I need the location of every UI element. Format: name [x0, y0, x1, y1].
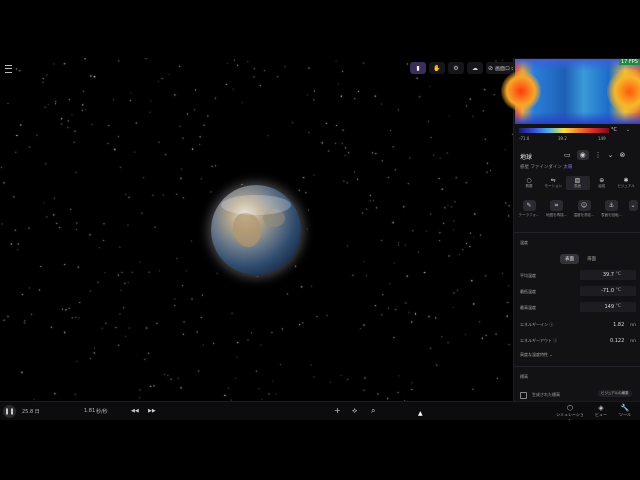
temperature-section-title: 温度	[520, 240, 528, 245]
temperature-map[interactable]	[501, 59, 640, 124]
energy-out-value: 0.122 nn	[609, 338, 636, 344]
panel-tabs: ○ 概要 ⇋ モーション ▧ 表面 ⊕ 組成 ✱ ビジュアル	[517, 176, 638, 190]
earth-continent-africa	[233, 213, 261, 247]
max-temp-input[interactable]: 149 °C	[580, 302, 636, 312]
field-min-temp: 最低温度 -71.0 °C	[520, 286, 638, 297]
elevation-section-title: 標高	[520, 374, 528, 379]
hamburger-menu-icon[interactable]	[5, 65, 12, 73]
colorbar-max: 149	[598, 136, 606, 141]
generated-elevation-label: 生成された標高	[532, 392, 560, 397]
gesture-button[interactable]: ✋	[429, 62, 445, 74]
time-scale-value[interactable]: 1.81	[84, 408, 95, 414]
field-max-temp: 最高温度 149 °C	[520, 302, 638, 313]
viewport-toolbar: ▮ ✋ ⚙ ☁ ⊘ 画面ロック	[410, 61, 523, 75]
earth-cloud-layer	[221, 195, 291, 215]
colorbar-unit: °C	[611, 127, 617, 133]
edit-visual-button[interactable]: ビジュアルの編集	[598, 390, 632, 397]
panel-header-icons: ▭ ◉ ⋮ ⌄ ⊗	[564, 150, 625, 160]
energy-in-value: 1.82 nn	[613, 322, 636, 328]
simulation-day: 25.8 日	[22, 409, 40, 415]
collapse-chevron-icon[interactable]: ⌄	[608, 151, 614, 159]
tab-visual[interactable]: ✱ ビジュアル	[614, 176, 638, 190]
lock-screen-icon: ⊘	[488, 64, 494, 72]
segment-surface[interactable]: 表面	[560, 254, 579, 264]
segment-ocean[interactable]: 海面	[582, 254, 601, 264]
app-window: ▮ ✋ ⚙ ☁ ⊘ 画面ロック 17 FPS °C ⌄ -71.0 39.2 14…	[0, 58, 640, 420]
document-icon[interactable]: ▭	[564, 151, 571, 159]
fps-counter: 17 FPS	[618, 59, 640, 65]
tab-composition[interactable]: ⊕ 組成	[590, 176, 614, 190]
field-energy-out: エネルギーアウト ⓘ 0.122 nn	[520, 338, 636, 344]
terraform-icon: ✎	[522, 200, 536, 211]
fast-forward-icon[interactable]: ▶▶	[148, 408, 156, 414]
more-options-icon[interactable]: ⋮	[595, 151, 602, 159]
side-panel: 17 FPS °C ⌄ -71.0 39.2 149 地球 ▭ ◉ ⋮ ⌄ ⊗ …	[501, 58, 640, 401]
colorbar-unit-dropdown-icon[interactable]: ⌄	[626, 127, 630, 133]
field-energy-in: エネルギーイン ⓘ 1.82 nn	[520, 322, 636, 328]
parent-star-link[interactable]: 太陽	[563, 165, 572, 170]
tab-overview[interactable]: ○ 概要	[517, 176, 541, 190]
min-temp-input[interactable]: -71.0 °C	[580, 286, 636, 296]
flashlight-icon: ▮	[416, 64, 420, 72]
visual-icon: ✱	[623, 177, 629, 184]
object-title: 地球	[520, 154, 533, 161]
gesture-icon: ✋	[433, 64, 441, 72]
search-icon[interactable]: ⌕	[371, 406, 375, 416]
place-icon: ⚓	[605, 200, 618, 211]
advanced-temp-toggle[interactable]: 高度な温度特性 ⌄	[520, 352, 553, 358]
surface-ocean-toggle: 表面 海面	[560, 254, 601, 264]
cloud-icon: ☁	[472, 64, 478, 72]
flashlight-button[interactable]: ▮	[410, 62, 426, 74]
time-scale-unit: 秒/秒	[96, 409, 108, 415]
generated-elevation-checkbox[interactable]	[520, 392, 527, 399]
cloud-button[interactable]: ☁	[467, 62, 483, 74]
settings-icon: ⚙	[453, 64, 459, 72]
pause-icon: ❚❚	[4, 408, 15, 415]
settings-button[interactable]: ⚙	[448, 62, 464, 74]
temperature-icon: ☺	[577, 200, 591, 211]
mouse-cursor-icon: ▲	[418, 410, 423, 417]
surface-actions: ✎ テーラフォ... ⌗ 地図を再描... ☺ 温度を測定... ⚓ 表面を回転... …	[518, 200, 638, 218]
composition-icon: ⊕	[599, 177, 605, 184]
tab-surface[interactable]: ▧ 表面	[565, 176, 590, 190]
texture-icon: ⌗	[550, 200, 563, 211]
average-temp-input[interactable]: 39.7 °C	[580, 270, 636, 280]
tools-icon: 🔧	[620, 404, 630, 412]
simulation-icon: ⬡	[566, 404, 574, 412]
add-object-icon[interactable]: +	[334, 406, 341, 415]
overview-icon: ○	[526, 177, 532, 184]
earth-planet[interactable]	[211, 185, 301, 275]
motion-icon: ⇋	[550, 177, 556, 184]
surface-icon: ▧	[574, 177, 581, 184]
object-subtitle: 惑星 ファインダイン 太陽	[520, 165, 573, 170]
nav-simulation[interactable]: ⬡シミュレーション	[555, 404, 585, 420]
more-actions-icon: ⌄	[628, 200, 638, 211]
colorbar-mid: 39.2	[558, 136, 567, 141]
pause-button[interactable]: ❚❚	[3, 405, 16, 418]
place-button[interactable]: ⚓ 表面を回転...	[601, 200, 623, 218]
terraform-button[interactable]: ✎ テーラフォ...	[518, 200, 540, 218]
nav-tools[interactable]: 🔧 ツール	[610, 404, 640, 418]
visibility-eye-icon[interactable]: ◉	[576, 150, 589, 160]
rewind-icon[interactable]: ◀◀	[131, 408, 139, 414]
select-tool-icon[interactable]: ⟡	[352, 406, 357, 416]
field-average-temp: 平均温度 39.7 °C	[520, 270, 638, 281]
temperature-colorbar	[519, 128, 609, 133]
temperature-button[interactable]: ☺ 温度を測定...	[573, 200, 595, 218]
bottom-toolbar: ❚❚ 25.8 日 1.81 秒/秒 ◀◀ ▶▶ + ⟡ ⌕ ⬡シミュレーション…	[0, 401, 640, 420]
colorbar-min: -71.0	[519, 136, 530, 141]
texture-button[interactable]: ⌗ 地図を再描...	[546, 200, 568, 218]
close-panel-icon[interactable]: ⊗	[620, 151, 626, 159]
more-actions-button[interactable]: ⌄	[628, 200, 638, 218]
tab-motion[interactable]: ⇋ モーション	[541, 176, 565, 190]
